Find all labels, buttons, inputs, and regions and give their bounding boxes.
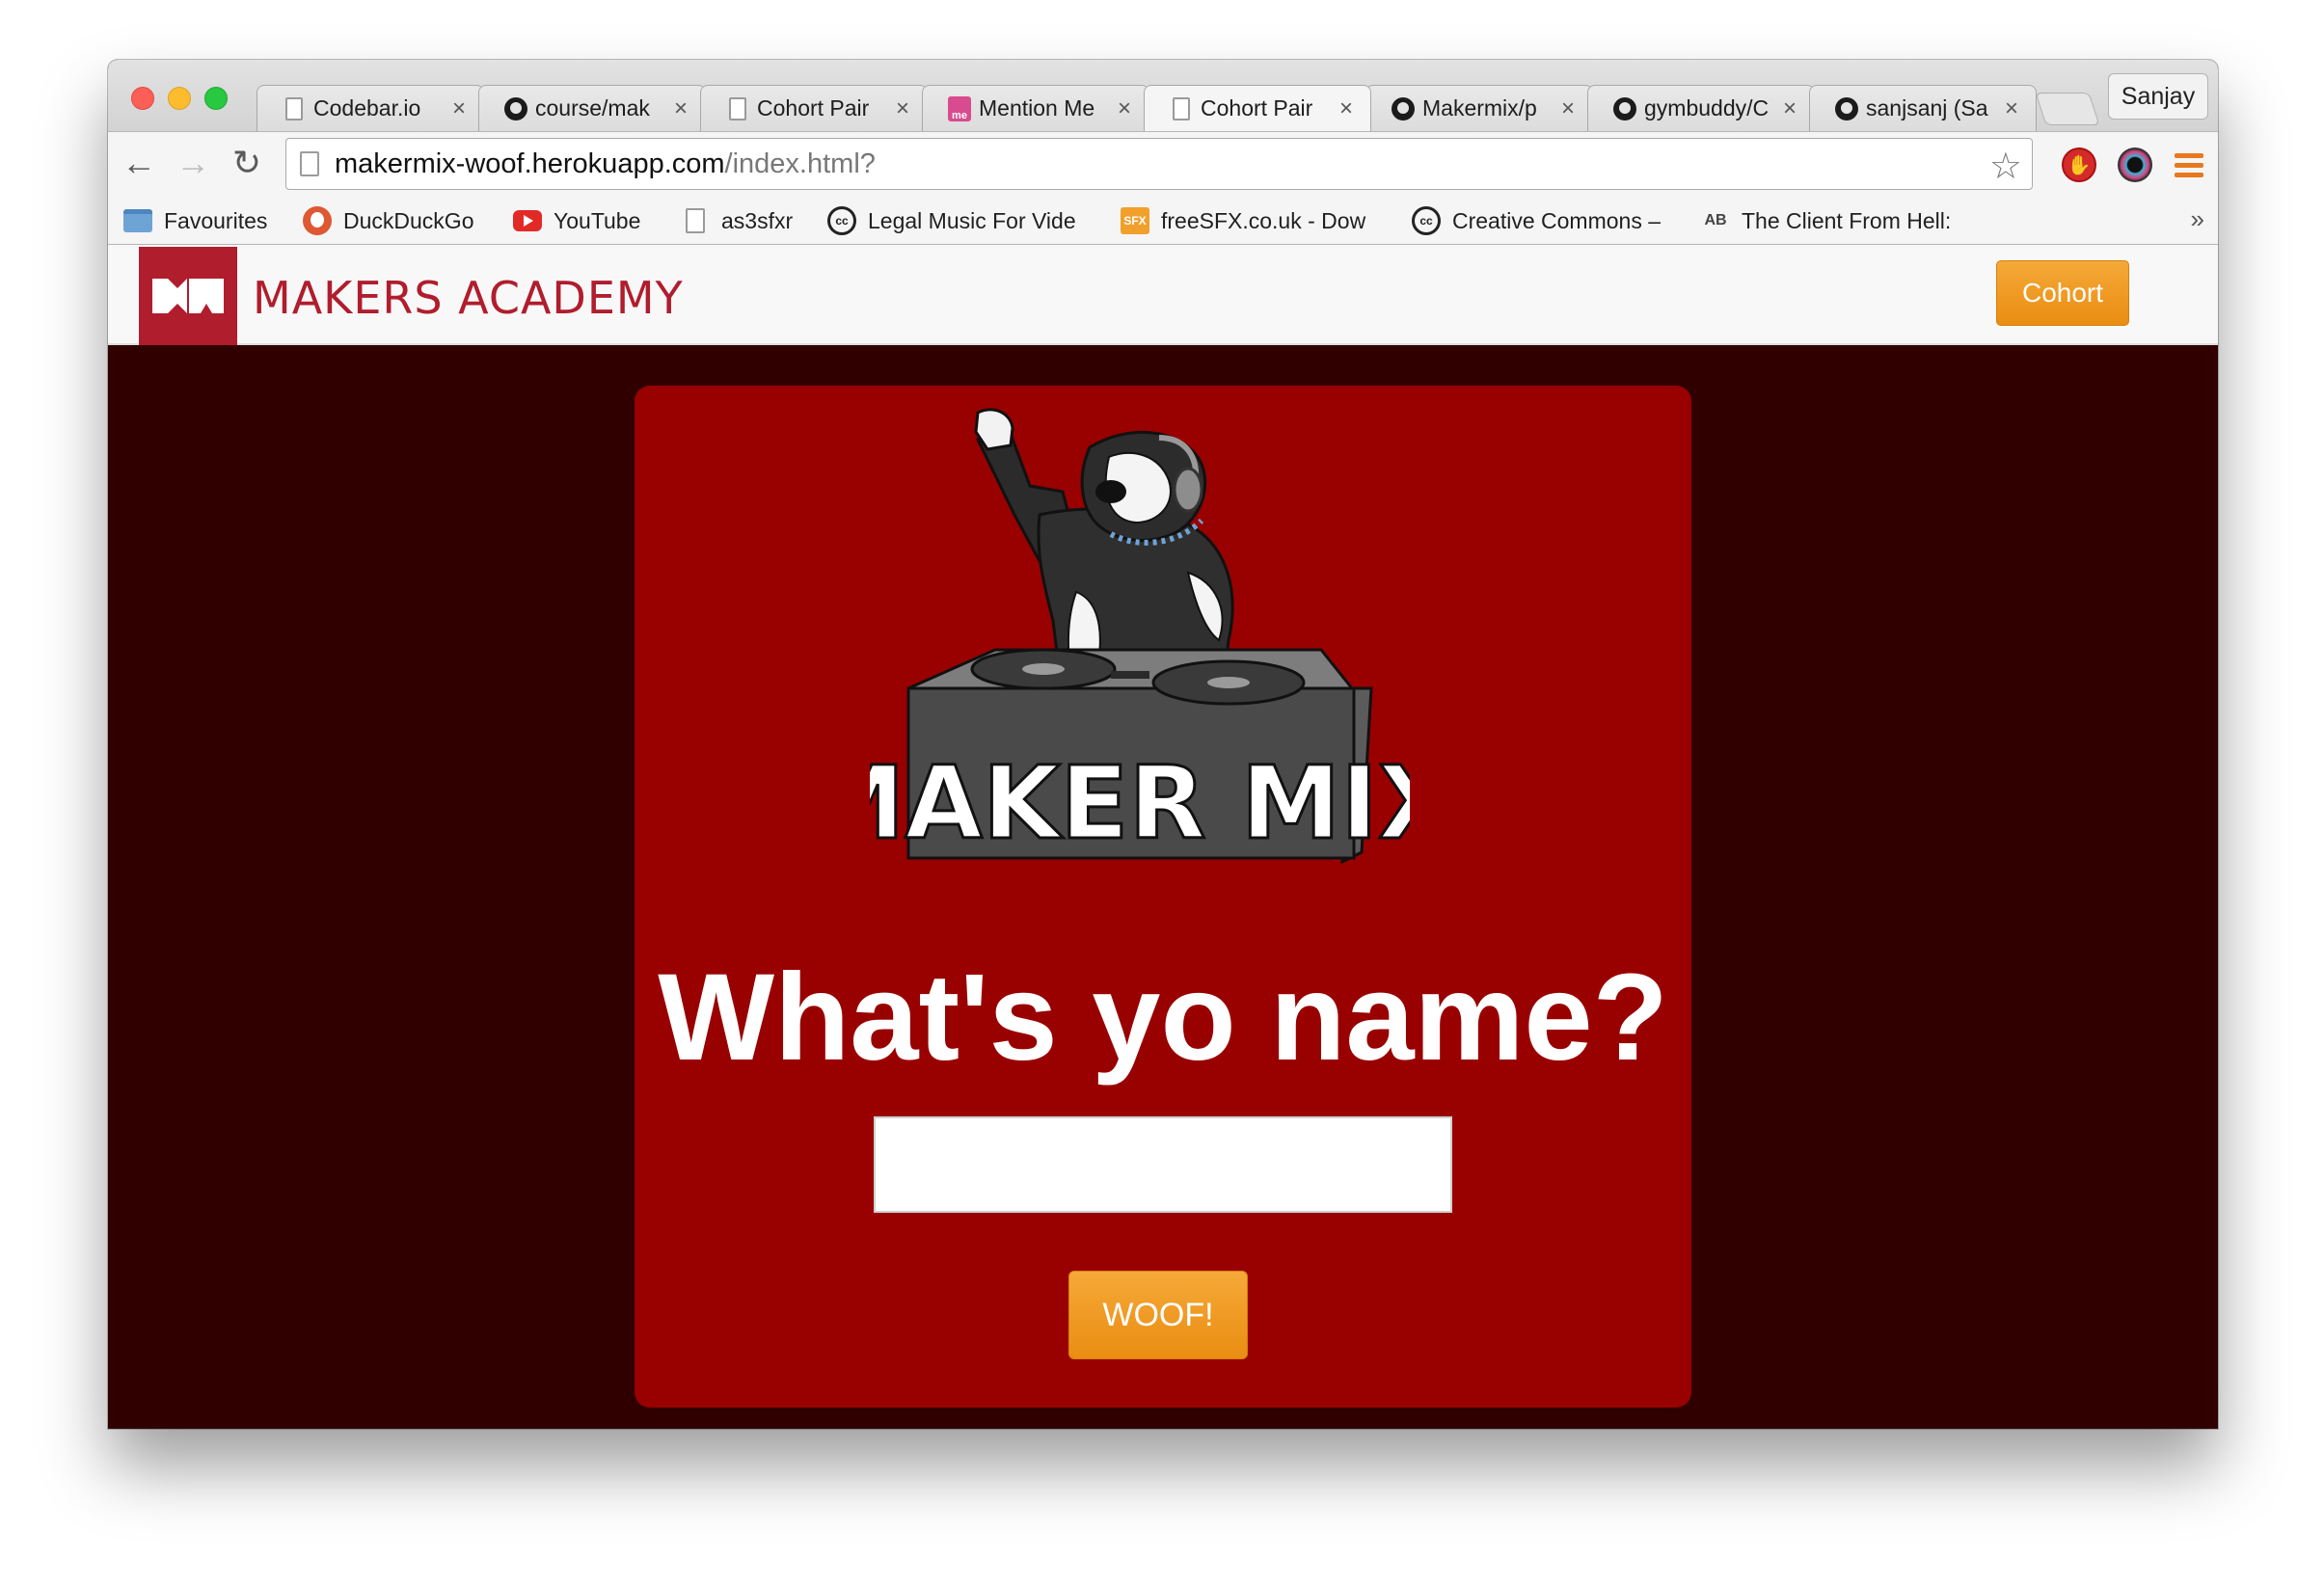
woof-submit-button[interactable]: WOOF! [1068,1271,1248,1359]
tab-title: sanjsanj (Sa [1866,95,1988,121]
book-logo-icon [152,279,224,313]
tab-mention-me[interactable]: me Mention Me × [922,85,1149,131]
menu-icon[interactable] [2170,146,2208,184]
adblock-extension-icon[interactable]: ✋ [2060,146,2098,184]
bookmark-label: Favourites [164,207,268,233]
url-path: /index.html? [724,148,876,179]
close-tab-icon[interactable]: × [448,95,470,122]
tab-title: course/mak [535,95,650,121]
browser-window: Codebar.io × course/mak × Cohort Pair × … [108,60,2218,1429]
new-tab-button[interactable] [2035,93,2100,125]
tab-title: gymbuddy/C [1644,95,1770,121]
address-bar[interactable]: makermix-woof.herokuapp.com/index.html? … [285,138,2033,190]
bookmark-label: The Client From Hell: [1742,207,1952,233]
tab-title: Makermix/p [1422,95,1537,121]
github-icon [1835,96,1858,121]
document-icon [681,206,710,235]
bookmark-label: Creative Commons – [1452,207,1662,233]
creative-commons-icon: cc [1412,206,1441,235]
spellcheck-icon: AB [1704,212,1727,228]
youtube-icon [513,206,542,235]
forward-arrow-icon[interactable]: → [174,143,212,182]
bookmark-duckduckgo[interactable]: DuckDuckGo [303,204,473,237]
document-icon [283,96,306,121]
github-icon [1613,96,1636,121]
bookmark-as3sfxr[interactable]: as3sfxr [681,204,793,237]
close-tab-icon[interactable]: × [892,95,913,122]
bookmark-creative-commons[interactable]: cc Creative Commons – [1412,204,1674,237]
tab-cohort-pair-1[interactable]: Cohort Pair × [700,85,928,131]
close-window-button[interactable] [131,87,154,110]
profile-button[interactable]: Sanjay [2108,73,2208,120]
close-tab-icon[interactable]: × [1336,95,1357,122]
tab-title: Mention Me [979,95,1095,121]
bookmark-legal-music[interactable]: cc Legal Music For Vide [827,204,1092,237]
close-tab-icon[interactable]: × [670,95,691,122]
back-arrow-icon[interactable]: ← [120,143,158,182]
bookmark-star-icon[interactable]: ☆ [1989,145,2022,188]
github-icon [504,96,527,121]
close-tab-icon[interactable]: × [2001,95,2022,122]
tab-strip: Codebar.io × course/mak × Cohort Pair × … [108,60,2218,131]
bookmark-label: DuckDuckGo [343,207,474,233]
tab-title: Codebar.io [313,95,421,121]
freesfx-icon: SFX [1121,206,1149,235]
github-icon [1392,96,1415,121]
bookmarks-bar: Favourites DuckDuckGo YouTube as3sfxr cc… [108,197,2218,245]
zoom-window-button[interactable] [204,87,228,110]
document-icon [1170,96,1193,121]
signin-card: MAKER MIX What's yo name? WOOF! [635,386,1691,1408]
cohort-button[interactable]: Cohort [1996,260,2129,326]
tab-sanjsanj[interactable]: sanjsanj (Sa × [1809,85,2037,131]
page-heading: What's yo name? [658,949,1668,1087]
url-host: makermix-woof.herokuapp.com [335,148,725,179]
bookmark-label: YouTube [554,207,641,233]
tab-gymbuddy[interactable]: gymbuddy/C × [1587,85,1815,131]
name-input[interactable] [874,1116,1452,1213]
page-icon [300,151,319,176]
bookmark-label: freeSFX.co.uk - Dow [1161,207,1366,233]
bookmark-label: Legal Music For Vide [868,207,1076,233]
duckduckgo-icon [303,206,332,235]
reload-icon[interactable]: ↻ [228,143,266,182]
web-page: MAKERS ACADEMY Cohort AKER MI What's yo … [108,245,2218,1429]
bookmark-freesfx[interactable]: SFX freeSFX.co.uk - Dow [1121,204,1387,237]
tab-makermix[interactable]: Makermix/p × [1365,85,1593,131]
brand-name[interactable]: MAKERS ACADEMY [253,272,684,324]
bookmark-label: as3sfxr [721,207,794,233]
tab-title: Cohort Pair [1201,95,1313,121]
bookmark-client-from-hell[interactable]: AB The Client From Hell: [1701,204,1971,237]
lens-extension-icon[interactable] [2116,146,2154,184]
bookmarks-overflow-button[interactable]: » [2191,204,2204,234]
tab-course[interactable]: course/mak × [478,85,706,131]
bookmark-youtube[interactable]: YouTube [513,204,640,237]
tab-codebar[interactable]: Codebar.io × [257,85,484,131]
document-icon [726,96,749,121]
folder-icon [123,206,152,235]
close-tab-icon[interactable]: × [1114,95,1135,122]
maker-mix-logo-text: MAKER MIX [870,744,1410,862]
browser-toolbar: ← → ↻ makermix-woof.herokuapp.com/index.… [108,131,2218,197]
close-tab-icon[interactable]: × [1557,95,1579,122]
maker-mix-dj-dog-logo: MAKER MIX [870,408,1410,865]
tab-title: Cohort Pair [757,95,870,121]
creative-commons-icon: cc [827,206,856,235]
minimize-window-button[interactable] [168,87,191,110]
close-tab-icon[interactable]: × [1779,95,1800,122]
tab-cohort-pair-active[interactable]: Cohort Pair × [1144,85,1371,131]
makers-academy-logo[interactable] [139,247,237,345]
bookmark-favourites[interactable]: Favourites [123,204,267,237]
site-navbar: MAKERS ACADEMY Cohort [108,245,2218,345]
mention-me-icon: me [948,95,971,121]
